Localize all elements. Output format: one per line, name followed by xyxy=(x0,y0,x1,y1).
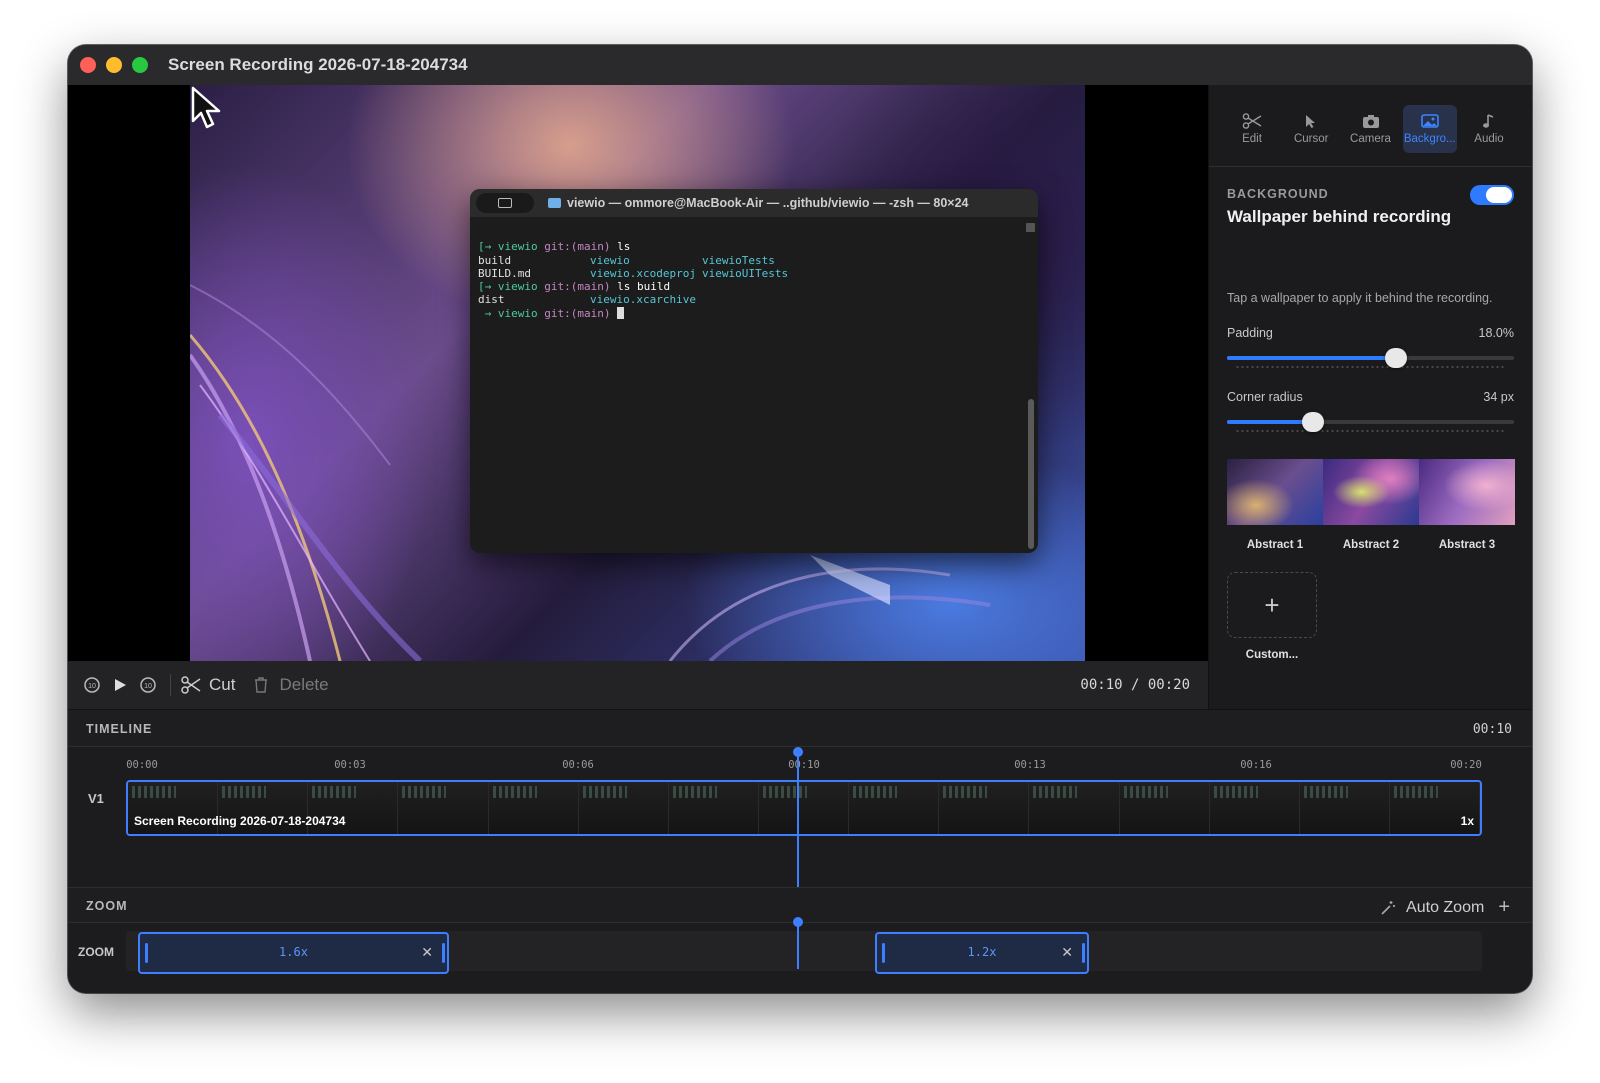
zoom-track-label: ZOOM xyxy=(78,945,114,959)
auto-zoom-button[interactable]: Auto Zoom + xyxy=(1380,896,1510,919)
wallpaper-option-2[interactable]: Abstract 2 xyxy=(1323,459,1419,551)
add-custom-wallpaper-button[interactable]: + xyxy=(1227,572,1317,638)
padding-slider-row: Padding 18.0% xyxy=(1227,326,1514,368)
zoom-window-button[interactable] xyxy=(132,57,148,73)
inspector-sidebar: Edit Cursor Camera Backgro... Audio BACK… xyxy=(1208,85,1532,709)
close-window-button[interactable] xyxy=(80,57,96,73)
section-title: Wallpaper behind recording xyxy=(1227,207,1452,226)
title-bar: Screen Recording 2026-07-18-204734 xyxy=(68,45,1532,85)
cut-button[interactable]: Cut xyxy=(209,675,235,695)
timeline-header: TIMELINE 00:10 xyxy=(68,709,1532,747)
svg-text:10: 10 xyxy=(88,683,96,690)
inspector-tabs: Edit Cursor Camera Backgro... Audio xyxy=(1209,85,1532,167)
corner-radius-value: 34 px xyxy=(1483,390,1514,404)
corner-radius-slider[interactable] xyxy=(1227,412,1514,432)
wallpaper-option-3[interactable]: Abstract 3 xyxy=(1419,459,1515,551)
window-title: Screen Recording 2026-07-18-204734 xyxy=(168,55,468,74)
plus-icon: + xyxy=(1264,589,1280,620)
corner-radius-slider-knob[interactable] xyxy=(1302,412,1325,432)
timeline-label: TIMELINE xyxy=(86,722,153,736)
minimize-window-button[interactable] xyxy=(106,57,122,73)
timeline-current-time: 00:10 xyxy=(1472,722,1512,737)
wallpaper-option-1[interactable]: Abstract 1 xyxy=(1227,459,1323,551)
track-label-v1: V1 xyxy=(88,791,104,806)
wallpaper-background: viewio — ommore@MacBook-Air — ..github/v… xyxy=(190,85,1085,661)
terminal-scrollbar[interactable] xyxy=(1028,399,1034,549)
mouse-pointer-icon xyxy=(191,86,221,129)
tab-background[interactable]: Backgro... xyxy=(1402,105,1457,153)
terminal-tab-icon xyxy=(476,193,534,213)
tab-cursor[interactable]: Cursor xyxy=(1284,105,1338,153)
corner-radius-label: Corner radius xyxy=(1227,390,1303,404)
magic-wand-icon xyxy=(1381,900,1396,915)
terminal-title: viewio — ommore@MacBook-Air — ..github/v… xyxy=(567,196,969,210)
cursor-icon xyxy=(1306,115,1316,128)
ruler-tick-label: 00:06 xyxy=(562,759,594,771)
ruler-tick-label: 00:16 xyxy=(1240,759,1272,771)
video-preview[interactable]: viewio — ommore@MacBook-Air — ..github/v… xyxy=(68,85,1208,661)
section-kicker: BACKGROUND xyxy=(1227,187,1329,201)
forward-10-icon[interactable]: 10 xyxy=(138,675,158,695)
delete-button[interactable]: Delete xyxy=(279,675,328,695)
zoom-segment-label: 1.6x xyxy=(279,945,308,959)
clip-name: Screen Recording 2026-07-18-204734 xyxy=(134,814,346,828)
play-icon[interactable] xyxy=(110,675,130,695)
zoom-segment-end-handle[interactable] xyxy=(1082,943,1085,963)
rewind-10-icon[interactable]: 10 xyxy=(82,675,102,695)
ruler-tick-label: 00:00 xyxy=(126,759,158,771)
tab-audio[interactable]: Audio xyxy=(1462,105,1516,153)
background-toggle[interactable] xyxy=(1470,185,1514,205)
camera-icon xyxy=(1362,115,1379,128)
padding-value: 18.0% xyxy=(1478,326,1514,340)
padding-slider[interactable] xyxy=(1227,348,1514,368)
tab-edit[interactable]: Edit xyxy=(1225,105,1279,153)
music-note-icon xyxy=(1483,114,1494,128)
video-clip[interactable]: Screen Recording 2026-07-18-204734 1x xyxy=(126,780,1482,836)
zoom-segment-label: 1.2x xyxy=(967,945,997,959)
image-icon xyxy=(1420,114,1439,128)
zoom-playhead[interactable] xyxy=(797,921,799,969)
clip-speed: 1x xyxy=(1460,814,1474,828)
ruler-tick-label: 00:13 xyxy=(1014,759,1046,771)
playback-controls: 10 10 Cut Delete 00:10 / 00:20 xyxy=(68,661,1208,709)
divider xyxy=(170,674,171,696)
trash-icon[interactable] xyxy=(251,675,271,695)
zoom-track-area[interactable]: ZOOM 1.6x ✕ 1.2x ✕ xyxy=(68,917,1532,993)
ruler-tick-label: 00:10 xyxy=(788,759,820,771)
background-section-header: BACKGROUND Wallpaper behind recording xyxy=(1227,187,1451,227)
custom-wallpaper-label: Custom... xyxy=(1245,649,1299,661)
window-controls xyxy=(80,57,148,73)
scissors-icon[interactable] xyxy=(181,675,201,695)
folder-icon xyxy=(548,198,561,208)
terminal-title-bar: viewio — ommore@MacBook-Air — ..github/v… xyxy=(470,189,1038,217)
close-icon[interactable]: ✕ xyxy=(1061,944,1073,961)
text-cursor xyxy=(617,306,625,319)
timeline-tracks[interactable]: 00:00 00:03 00:06 00:10 00:13 00:16 00:2… xyxy=(68,747,1532,887)
svg-text:10: 10 xyxy=(144,683,152,690)
ruler-tick-label: 00:03 xyxy=(334,759,366,771)
terminal-output: [→ viewio git:(main) ls build viewio viewi… xyxy=(478,240,789,320)
close-icon[interactable]: ✕ xyxy=(421,944,433,961)
zoom-segment-end-handle[interactable] xyxy=(442,943,445,963)
add-zoom-icon[interactable]: + xyxy=(1498,896,1510,919)
terminal-window: viewio — ommore@MacBook-Air — ..github/v… xyxy=(470,189,1038,553)
scissors-icon xyxy=(1242,113,1262,129)
ruler-tick-label: 00:20 xyxy=(1450,759,1482,771)
wallpaper-grid: Abstract 1 Abstract 2 Abstract 3 xyxy=(1227,459,1515,551)
zoom-segment[interactable]: 1.6x ✕ xyxy=(138,932,449,974)
zoom-section-label: ZOOM xyxy=(86,899,128,913)
timecode: 00:10 / 00:20 xyxy=(1080,677,1190,693)
corner-radius-slider-row: Corner radius 34 px xyxy=(1227,390,1514,432)
playhead[interactable] xyxy=(797,751,799,887)
padding-slider-knob[interactable] xyxy=(1385,348,1408,368)
terminal-scroll-marker xyxy=(1026,223,1035,232)
tab-camera[interactable]: Camera xyxy=(1344,105,1398,153)
section-description: Tap a wallpaper to apply it behind the r… xyxy=(1227,291,1493,305)
padding-label: Padding xyxy=(1227,326,1273,340)
zoom-segment[interactable]: 1.2x ✕ xyxy=(875,932,1089,974)
app-window: Screen Recording 2026-07-18-204734 viewi… xyxy=(68,45,1532,993)
